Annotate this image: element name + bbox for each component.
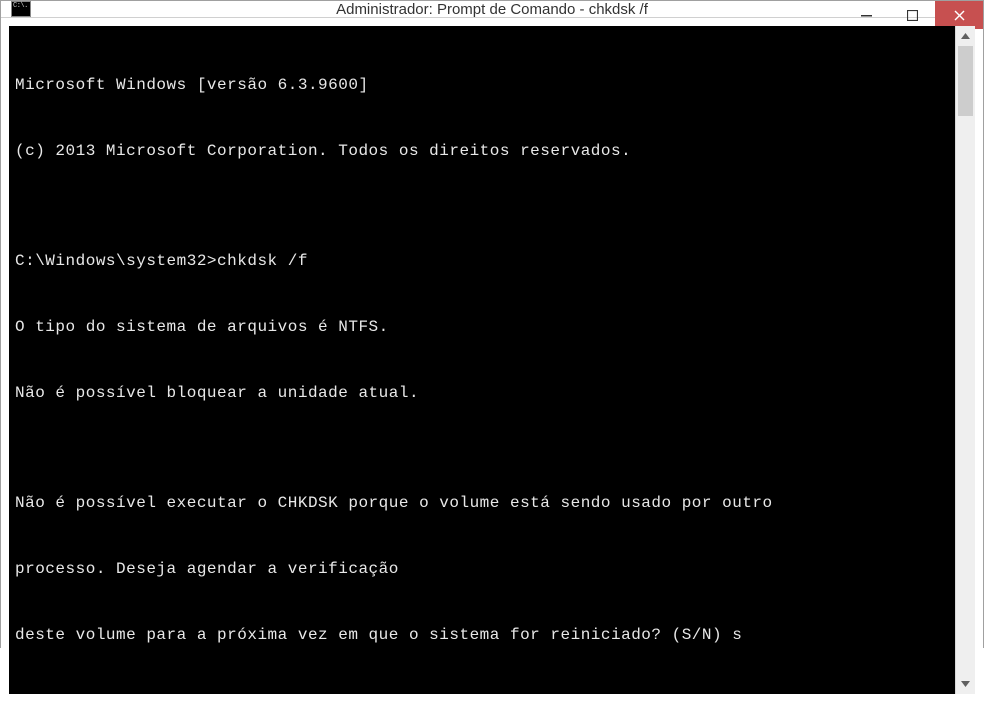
vertical-scrollbar[interactable]: [955, 26, 975, 694]
terminal-output[interactable]: Microsoft Windows [versão 6.3.9600] (c) …: [9, 26, 955, 694]
terminal-line: deste volume para a próxima vez em que o…: [15, 624, 949, 646]
window-controls: [843, 1, 983, 29]
titlebar[interactable]: C:\. Administrador: Prompt de Comando - …: [1, 1, 983, 18]
terminal-line: Não é possível bloquear a unidade atual.: [15, 382, 949, 404]
scroll-up-arrow-icon[interactable]: [956, 26, 975, 46]
terminal-line: O tipo do sistema de arquivos é NTFS.: [15, 316, 949, 338]
minimize-icon: [861, 10, 872, 21]
terminal-line: Não é possível executar o CHKDSK porque …: [15, 492, 949, 514]
terminal-line: (c) 2013 Microsoft Corporation. Todos os…: [15, 140, 949, 162]
scroll-thumb[interactable]: [958, 46, 973, 116]
window-title: Administrador: Prompt de Comando - chkds…: [1, 1, 983, 18]
minimize-button[interactable]: [843, 1, 889, 29]
cmd-window: C:\. Administrador: Prompt de Comando - …: [0, 0, 984, 648]
terminal-line: Microsoft Windows [versão 6.3.9600]: [15, 74, 949, 96]
content-area: Microsoft Windows [versão 6.3.9600] (c) …: [1, 18, 983, 702]
maximize-button[interactable]: [889, 1, 935, 29]
scroll-down-arrow-icon[interactable]: [956, 674, 975, 694]
cmd-icon-text: C:\.: [12, 2, 29, 11]
terminal-line: processo. Deseja agendar a verificação: [15, 558, 949, 580]
close-icon: [954, 10, 965, 21]
maximize-icon: [907, 10, 918, 21]
terminal-line: C:\Windows\system32>chkdsk /f: [15, 250, 949, 272]
close-button[interactable]: [935, 1, 983, 29]
cmd-icon: C:\.: [11, 1, 31, 17]
